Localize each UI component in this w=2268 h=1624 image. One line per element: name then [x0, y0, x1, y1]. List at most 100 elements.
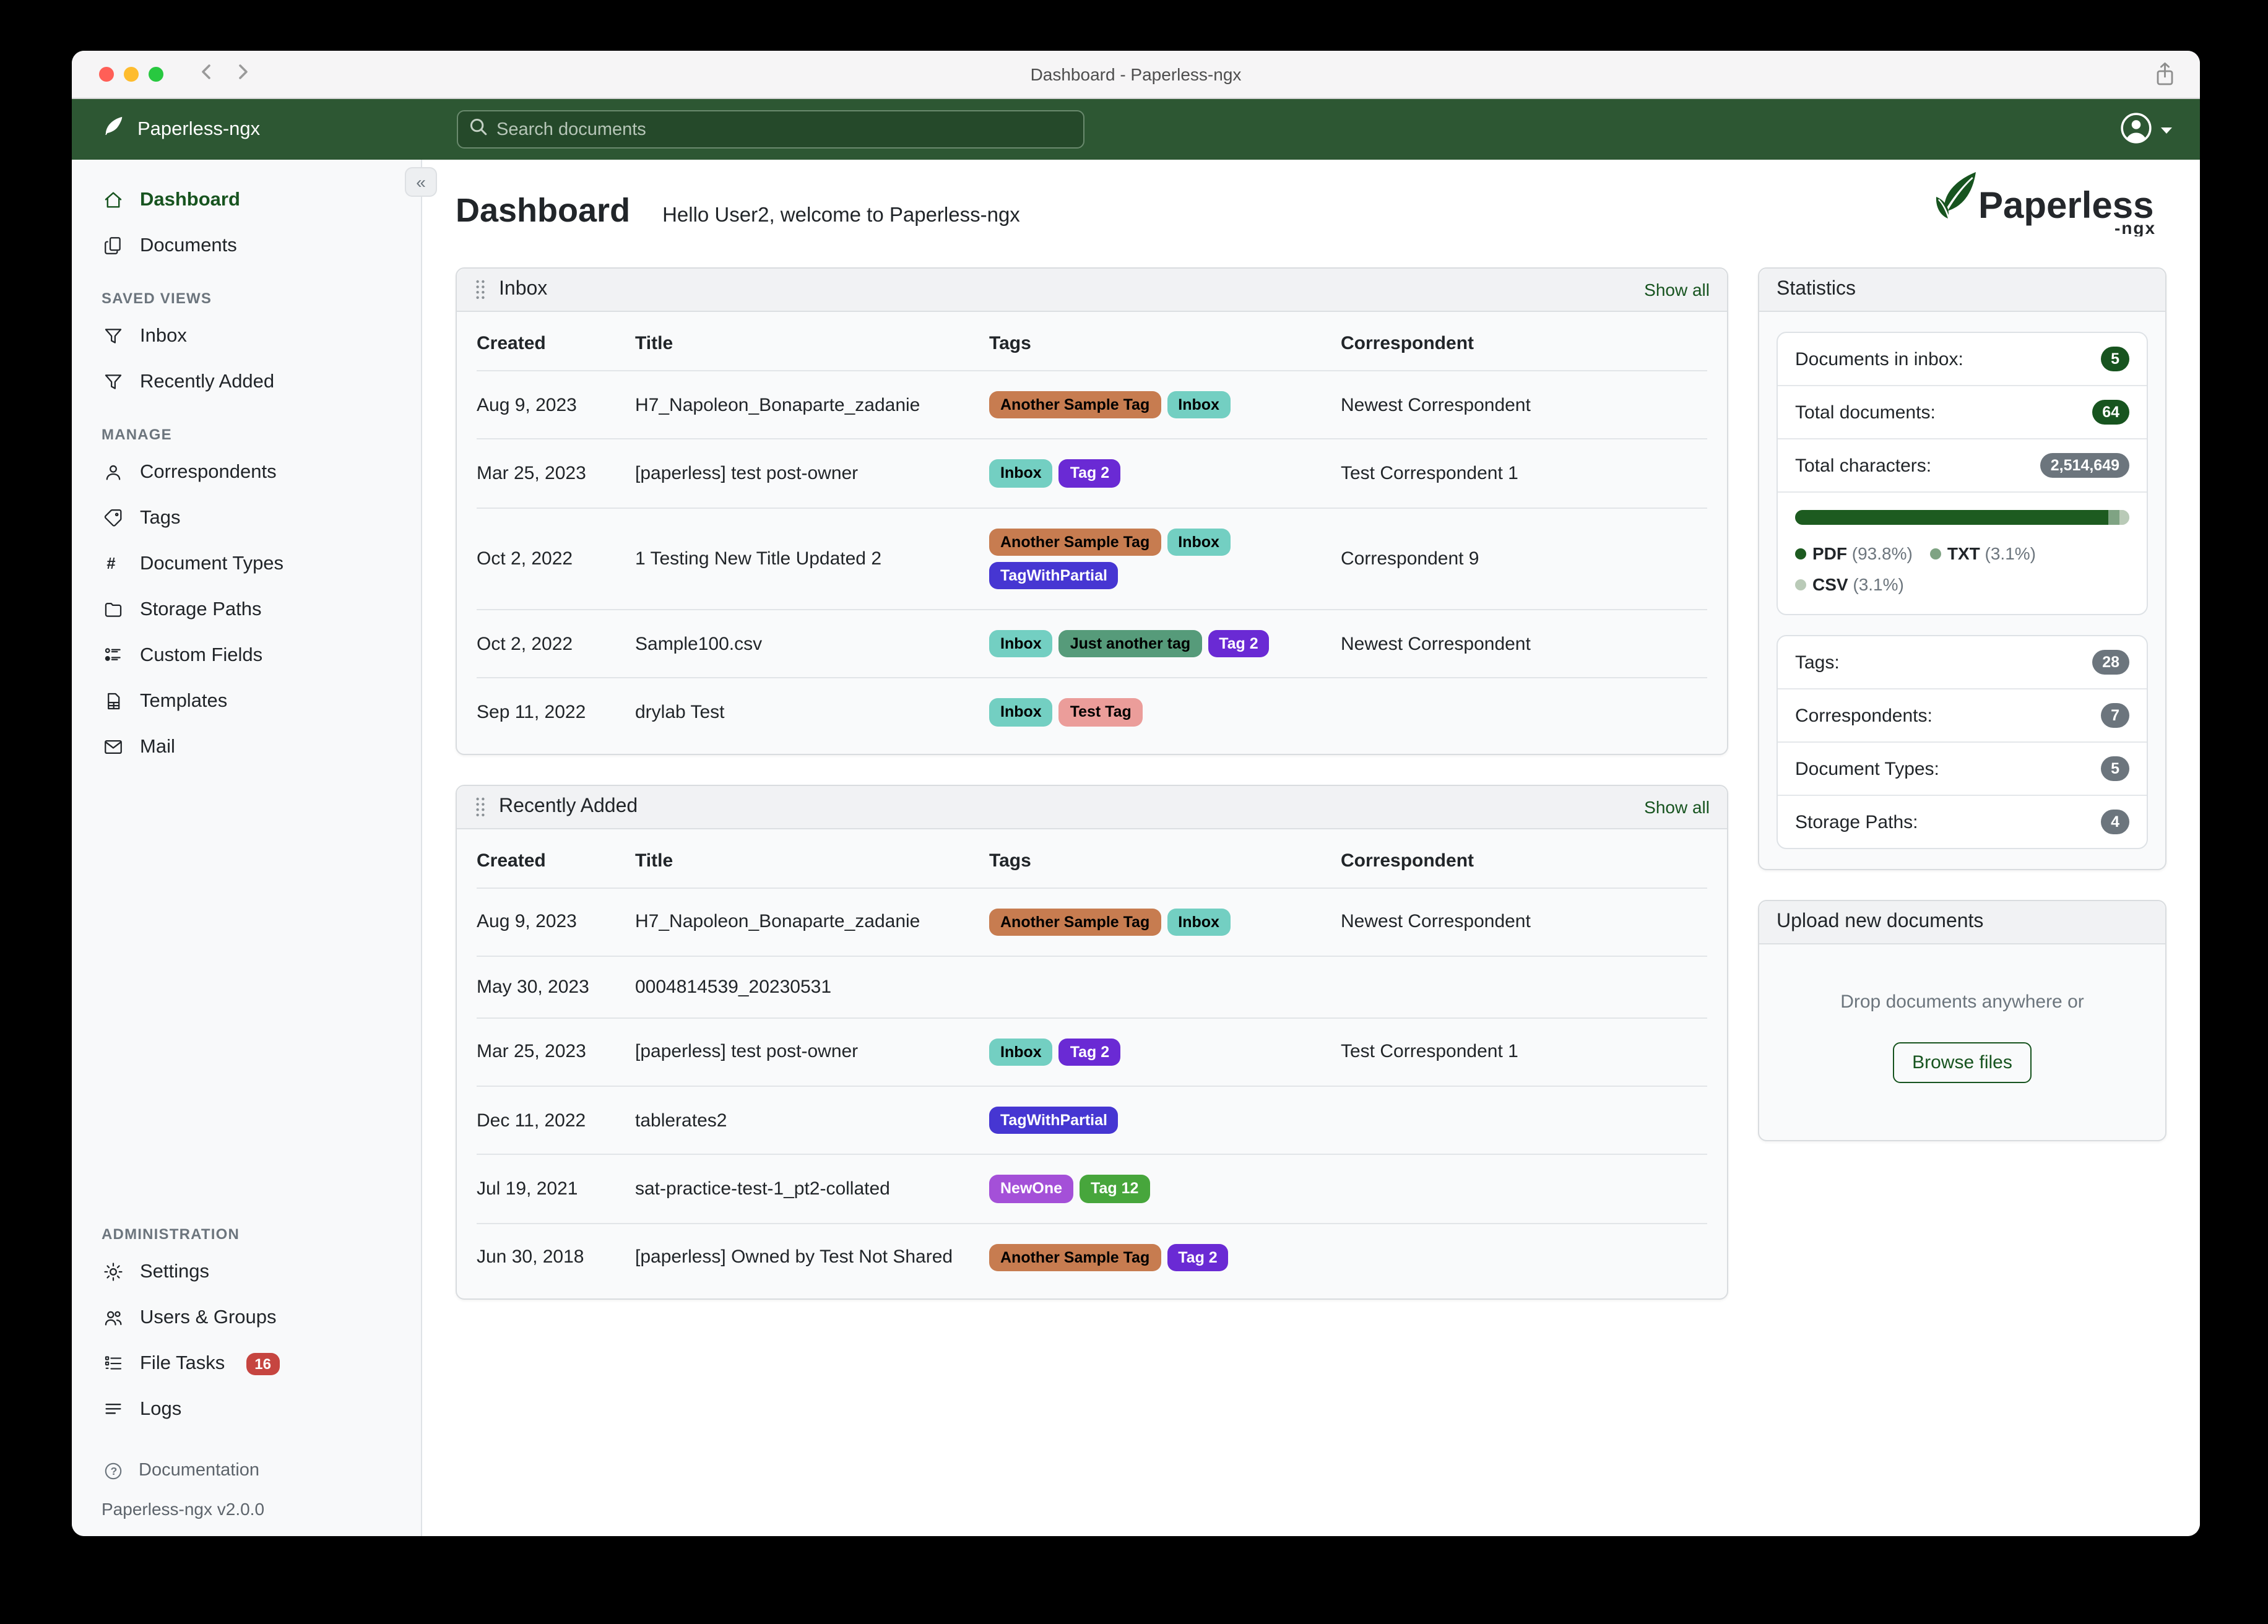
title-cell[interactable]: 0004814539_20230531 — [635, 955, 989, 1018]
tag-badge[interactable]: Inbox — [1167, 528, 1231, 556]
sidebar-section-administration: ADMINISTRATION — [102, 1225, 240, 1243]
stat-label: Correspondents: — [1795, 705, 1933, 726]
sidebar-item-document-types[interactable]: # Document Types — [72, 541, 421, 587]
tag-badge[interactable]: Another Sample Tag — [989, 528, 1161, 556]
tag-badge[interactable]: Test Tag — [1058, 698, 1143, 726]
tags-cell: Inbox Tag 2 — [989, 438, 1341, 508]
upload-dropzone[interactable]: Drop documents anywhere or Browse files — [1759, 944, 2165, 1140]
sidebar-item-dashboard[interactable]: Dashboard — [72, 177, 421, 223]
logo-suffix: -ngx — [2114, 218, 2156, 236]
drag-handle-icon[interactable] — [474, 795, 487, 818]
correspondent-cell[interactable]: Correspondent 9 — [1341, 507, 1707, 610]
tag-badge[interactable]: Another Sample Tag — [989, 908, 1161, 936]
tag-badge[interactable]: Tag 2 — [1058, 1038, 1121, 1066]
tag-badge[interactable]: TagWithPartial — [989, 561, 1119, 589]
home-icon — [102, 189, 124, 210]
tag-badge[interactable]: NewOne — [989, 1175, 1074, 1203]
title-cell[interactable]: drylab Test — [635, 677, 989, 746]
upload-card-header: Upload new documents — [1759, 901, 2165, 944]
sidebar-item-storage-paths[interactable]: Storage Paths — [72, 587, 421, 633]
title-cell[interactable]: 1 Testing New Title Updated 2 — [635, 507, 989, 610]
sidebar-item-mail[interactable]: Mail — [72, 724, 421, 770]
template-icon — [102, 691, 124, 712]
title-cell[interactable]: tablerates2 — [635, 1085, 989, 1155]
legend-item: TXT (3.1%) — [1929, 538, 2036, 569]
sidebar-item-settings[interactable]: Settings — [72, 1249, 421, 1295]
tag-badge[interactable]: Inbox — [1167, 908, 1231, 936]
card-title: Inbox — [499, 279, 548, 300]
drag-handle-icon[interactable] — [474, 279, 487, 301]
app-window: Dashboard - Paperless-ngx Paperless-ngx — [72, 51, 2200, 1536]
title-cell[interactable]: [paperless] test post-owner — [635, 438, 989, 508]
tag-badge[interactable]: Just another tag — [1058, 630, 1202, 658]
stat-row: Tags: 28 — [1778, 636, 2147, 688]
document-row: Aug 9, 2023 H7_Napoleon_Bonaparte_zadanie… — [477, 369, 1707, 439]
tag-badge[interactable]: Another Sample Tag — [989, 1243, 1161, 1271]
stat-label: Total documents: — [1795, 402, 1936, 423]
inbox-table-container: Created Title Tags Correspondent Aug 9, 2023… — [457, 312, 1727, 753]
tasks-icon — [102, 1353, 124, 1374]
tag-badge[interactable]: Inbox — [989, 630, 1053, 658]
sidebar-collapse-button[interactable]: « — [405, 167, 437, 197]
legend-item: CSV (3.1%) — [1795, 569, 1904, 599]
sidebar-item-documentation[interactable]: ? Documentation — [72, 1449, 421, 1492]
tag-badge[interactable]: Inbox — [989, 698, 1053, 726]
sidebar-item-users-groups[interactable]: Users & Groups — [72, 1295, 421, 1341]
stat-row: Storage Paths: 4 — [1778, 795, 2147, 848]
tag-badge[interactable]: Another Sample Tag — [989, 391, 1161, 419]
tag-icon — [102, 508, 124, 529]
title-cell[interactable]: [paperless] test post-owner — [635, 1017, 989, 1086]
correspondent-cell[interactable]: Test Correspondent 1 — [1341, 438, 1707, 508]
correspondent-cell[interactable]: Newest Correspondent — [1341, 369, 1707, 439]
share-icon[interactable] — [2154, 62, 2175, 90]
title-cell[interactable]: H7_Napoleon_Bonaparte_zadanie — [635, 886, 989, 956]
title-cell[interactable]: Sample100.csv — [635, 608, 989, 678]
tag-badge[interactable]: Inbox — [989, 459, 1053, 487]
title-cell[interactable]: sat-practice-test-1_pt2-collated — [635, 1154, 989, 1223]
tag-badge[interactable]: Inbox — [989, 1038, 1053, 1066]
sidebar-item-inbox[interactable]: Inbox — [72, 313, 421, 359]
tag-badge[interactable]: Tag 2 — [1167, 1243, 1229, 1271]
legend-dot — [1929, 548, 1941, 559]
sidebar-item-label: Correspondents — [140, 461, 277, 482]
sidebar-item-tags[interactable]: Tags — [72, 495, 421, 541]
correspondent-cell[interactable]: Test Correspondent 1 — [1341, 1017, 1707, 1086]
paperless-logo: Paperless -ngx — [1934, 170, 2166, 243]
sidebar-item-correspondents[interactable]: Correspondents — [72, 449, 421, 495]
column-header: Created — [477, 850, 546, 871]
user-menu[interactable] — [2119, 111, 2173, 148]
tag-badge[interactable]: TagWithPartial — [989, 1107, 1119, 1134]
document-row: Jul 19, 2021 sat-practice-test-1_pt2-coll… — [477, 1154, 1707, 1223]
sidebar-item-recently-added[interactable]: Recently Added — [72, 359, 421, 405]
sidebar-item-custom-fields[interactable]: Custom Fields — [72, 633, 421, 678]
tag-badge[interactable]: Inbox — [1167, 391, 1231, 419]
title-cell[interactable]: H7_Napoleon_Bonaparte_zadanie — [635, 369, 989, 439]
document-row: Aug 9, 2023 H7_Napoleon_Bonaparte_zadanie… — [477, 886, 1707, 956]
tags-cell: Another Sample Tag Inbox — [989, 886, 1341, 956]
tag-badge[interactable]: Tag 12 — [1080, 1175, 1150, 1203]
people-icon — [102, 1307, 124, 1328]
correspondent-cell[interactable]: Newest Correspondent — [1341, 608, 1707, 678]
tags-cell: Inbox Test Tag — [989, 677, 1341, 746]
tag-badge[interactable]: Tag 2 — [1058, 459, 1121, 487]
stat-label: Storage Paths: — [1795, 811, 1918, 832]
question-icon: ? — [102, 1460, 124, 1481]
search-input[interactable] — [496, 119, 1072, 139]
search-box — [457, 110, 1084, 149]
sidebar-item-templates[interactable]: Templates — [72, 678, 421, 724]
show-all-link[interactable]: Show all — [1644, 280, 1710, 300]
app-version: Paperless-ngx v2.0.0 — [102, 1499, 265, 1519]
sidebar-item-label: Document Types — [140, 553, 284, 574]
stat-label: Document Types: — [1795, 758, 1939, 779]
show-all-link[interactable]: Show all — [1644, 797, 1710, 816]
correspondent-cell[interactable]: Newest Correspondent — [1341, 886, 1707, 956]
browse-files-button[interactable]: Browse files — [1892, 1042, 2032, 1083]
brand[interactable]: Paperless-ngx — [102, 114, 422, 144]
sidebar-item-documents[interactable]: Documents — [72, 223, 421, 269]
title-cell[interactable]: [paperless] Owned by Test Not Shared — [635, 1222, 989, 1291]
sidebar-item-file-tasks[interactable]: File Tasks 16 — [72, 1341, 421, 1386]
person-icon — [102, 462, 124, 483]
sidebar: « Dashboard Documents SAVED VIEWS Inbox … — [72, 160, 437, 1536]
tag-badge[interactable]: Tag 2 — [1208, 630, 1270, 658]
sidebar-item-logs[interactable]: Logs — [72, 1386, 421, 1432]
